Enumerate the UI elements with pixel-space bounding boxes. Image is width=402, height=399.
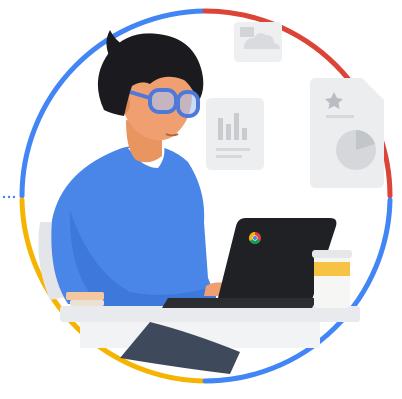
coffee-cup xyxy=(312,250,352,308)
pie-chart-icon xyxy=(336,130,376,170)
chrome-logo-icon xyxy=(248,232,261,245)
bar-chart-card xyxy=(206,98,264,170)
laptop-base xyxy=(162,298,318,308)
star-document-card xyxy=(310,78,384,188)
chromebook-user-illustration xyxy=(2,8,393,384)
dotted-accent xyxy=(2,195,16,199)
books xyxy=(66,292,104,306)
cloud-photo-card xyxy=(234,22,282,62)
